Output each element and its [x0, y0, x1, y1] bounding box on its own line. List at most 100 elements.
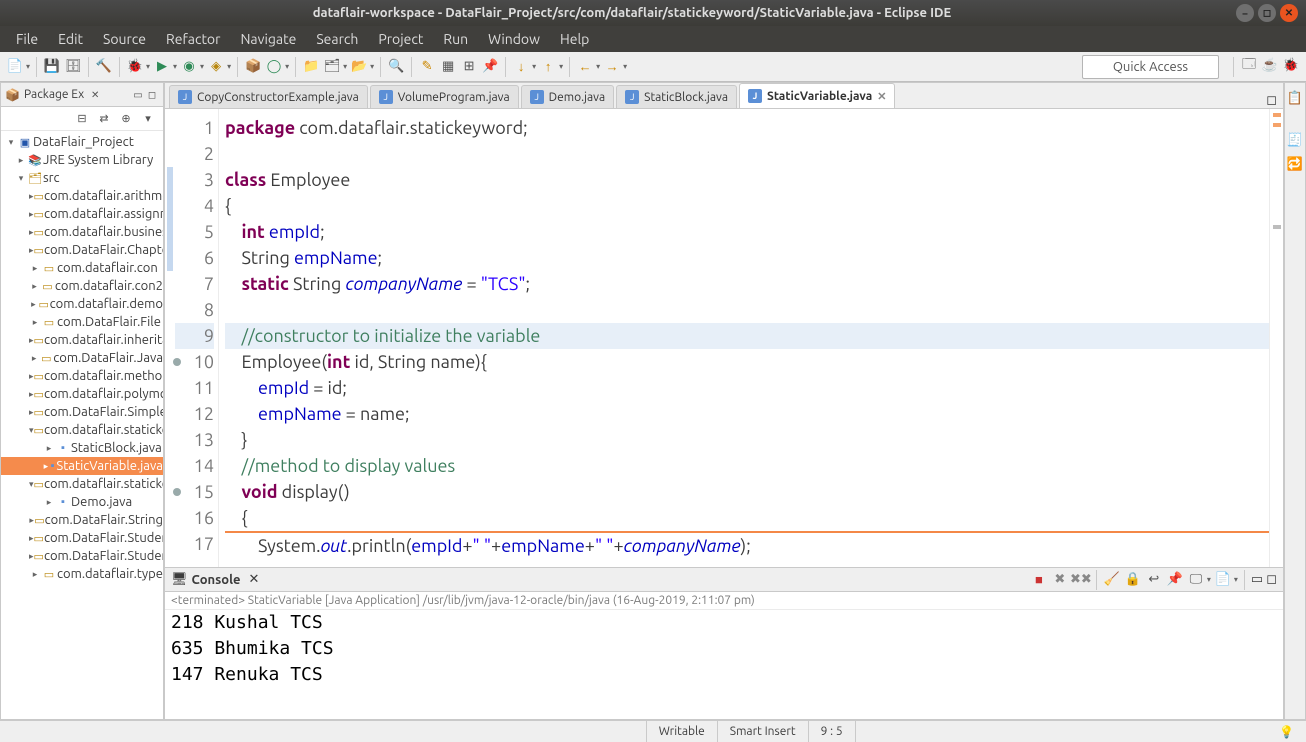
dropdown-caret-icon[interactable]: ▾	[146, 62, 150, 71]
status-tip-icon[interactable]: 💡	[1267, 721, 1306, 742]
remove-launch-icon[interactable]: ✖	[1051, 571, 1069, 589]
window-minimize-button[interactable]: –	[1236, 4, 1254, 22]
view-menu-icon[interactable]: ▾	[139, 110, 157, 128]
next-annotation-icon[interactable]: ↓	[512, 58, 530, 76]
run-last-icon[interactable]: ◈	[207, 58, 225, 76]
editor-tab[interactable]: JStaticBlock.java	[616, 85, 737, 108]
open-resource-icon[interactable]: 📂	[350, 58, 368, 76]
new-class-icon[interactable]: ◯	[265, 58, 283, 76]
build-icon[interactable]: 🔨	[95, 58, 113, 76]
new-icon[interactable]: 📄	[6, 58, 24, 76]
tree-file[interactable]: ▸▪StaticBlock.java	[1, 439, 163, 457]
menu-file[interactable]: File	[8, 28, 46, 50]
menu-edit[interactable]: Edit	[50, 28, 91, 50]
code-text[interactable]: package com.dataflair.statickeyword; cla…	[219, 109, 1269, 567]
open-task-icon[interactable]: 🗂	[323, 58, 341, 76]
dropdown-caret-icon[interactable]: ▾	[343, 62, 347, 71]
view-minimize-icon[interactable]: ▭	[131, 88, 145, 102]
window-maximize-button[interactable]: ◻	[1258, 4, 1276, 22]
pin-console-icon[interactable]: 📌	[1166, 571, 1184, 589]
tree-file[interactable]: ▸▪Demo.java	[1, 493, 163, 511]
tree-package[interactable]: ▸▭com.dataflair.polymorphism	[1, 385, 163, 403]
open-console-icon[interactable]: 📄	[1214, 571, 1232, 589]
tree-package[interactable]: ▸▭com.dataflair.demo	[1, 295, 163, 313]
dropdown-caret-icon[interactable]: ▾	[227, 62, 231, 71]
open-perspective-icon[interactable]: 🗔	[1240, 57, 1258, 75]
editor-maximize-icon[interactable]: ◻	[1266, 93, 1277, 108]
tree-package-open[interactable]: ▾▭com.dataflair.statickeyword	[1, 421, 163, 439]
menu-source[interactable]: Source	[95, 28, 154, 50]
save-icon[interactable]: 💾	[43, 58, 61, 76]
editor-tab[interactable]: JDemo.java	[521, 85, 614, 108]
clear-console-icon[interactable]: 🧹	[1103, 571, 1121, 589]
open-type-icon[interactable]: 📁	[302, 58, 320, 76]
link-editor-icon[interactable]: ⇄	[95, 110, 113, 128]
console-maximize-icon[interactable]: ◻	[1266, 572, 1277, 587]
menu-navigate[interactable]: Navigate	[232, 28, 304, 50]
word-wrap-icon[interactable]: ↩	[1145, 571, 1163, 589]
tree-package-open[interactable]: ▾▭com.dataflair.statickeyword2	[1, 475, 163, 493]
tree-package[interactable]: ▸▭com.dataflair.inheritance	[1, 331, 163, 349]
run-icon[interactable]: ▶	[153, 58, 171, 76]
dropdown-caret-icon[interactable]: ▾	[623, 62, 627, 71]
editor-tab[interactable]: JCopyConstructorExample.java	[169, 85, 368, 108]
console-minimize-icon[interactable]: ▭	[1251, 572, 1263, 587]
tree-package[interactable]: ▸▭com.dataflair.con2	[1, 277, 163, 295]
terminate-icon[interactable]: ■	[1030, 571, 1048, 589]
tree-package[interactable]: ▸▭com.dataflair.assignment	[1, 205, 163, 223]
project-tree[interactable]: ▾▣DataFlair_Project▸📚JRE System Library▾…	[1, 131, 163, 719]
editor-tab[interactable]: JStaticVariable.java✕	[739, 83, 895, 108]
debug-icon[interactable]: 🐞	[126, 58, 144, 76]
overview-ruler[interactable]	[1269, 109, 1283, 567]
editor-body[interactable]: 1234567891011121314151617 package com.da…	[165, 109, 1283, 567]
tree-package[interactable]: ▸▭com.dataflair.con	[1, 259, 163, 277]
tree-package[interactable]: ▸▭com.DataFlair.String	[1, 511, 163, 529]
tree-src[interactable]: ▾🗂src	[1, 169, 163, 187]
menu-run[interactable]: Run	[435, 28, 476, 50]
tree-package[interactable]: ▸▭com.DataFlair.Student	[1, 529, 163, 547]
dropdown-caret-icon[interactable]: ▾	[1234, 575, 1238, 584]
tree-file-selected[interactable]: ▸▪StaticVariable.java	[1, 457, 163, 475]
save-all-icon[interactable]: 🗄	[64, 58, 82, 76]
dropdown-caret-icon[interactable]: ▾	[596, 62, 600, 71]
task-list-icon[interactable]: 📋	[1286, 89, 1304, 107]
prev-annotation-icon[interactable]: ↑	[539, 58, 557, 76]
tree-package[interactable]: ▸▭com.dataflair.type	[1, 565, 163, 583]
java-perspective-icon[interactable]: ☕	[1261, 57, 1279, 75]
toggle-block-icon[interactable]: ▦	[439, 58, 457, 76]
debug-perspective-icon[interactable]: 🐞	[1282, 57, 1300, 75]
dropdown-caret-icon[interactable]: ▾	[1207, 575, 1211, 584]
console-output[interactable]: 218 Kushal TCS 635 Bhumika TCS 147 Renuk…	[165, 610, 1283, 719]
new-package-icon[interactable]: 📦	[244, 58, 262, 76]
outline-sync-icon[interactable]: 🔁	[1286, 155, 1304, 173]
tree-package[interactable]: ▸▭com.DataFlair.Student2	[1, 547, 163, 565]
pin-icon[interactable]: 📌	[481, 58, 499, 76]
menu-window[interactable]: Window	[480, 28, 548, 50]
scroll-lock-icon[interactable]: 🔒	[1124, 571, 1142, 589]
display-selected-icon[interactable]: 🖵	[1187, 571, 1205, 589]
view-close-icon[interactable]: ✕	[88, 88, 102, 102]
outline-icon[interactable]: 🧾	[1286, 131, 1304, 149]
tree-package[interactable]: ▸▭com.dataflair.business	[1, 223, 163, 241]
dropdown-caret-icon[interactable]: ▾	[532, 62, 536, 71]
window-close-button[interactable]: ✕	[1280, 4, 1298, 22]
collapse-all-icon[interactable]: ⊟	[73, 110, 91, 128]
tree-package[interactable]: ▸▭com.DataFlair.Simple	[1, 403, 163, 421]
forward-icon[interactable]: →	[603, 58, 621, 76]
dropdown-caret-icon[interactable]: ▾	[370, 62, 374, 71]
toggle-ws-icon[interactable]: ⊞	[460, 58, 478, 76]
coverage-icon[interactable]: ◉	[180, 58, 198, 76]
tree-jre[interactable]: ▸📚JRE System Library	[1, 151, 163, 169]
menu-project[interactable]: Project	[370, 28, 431, 50]
console-close-icon[interactable]: ✕	[249, 572, 260, 587]
view-maximize-icon[interactable]: ◻	[145, 88, 159, 102]
editor-tab[interactable]: JVolumeProgram.java	[370, 85, 519, 108]
close-tab-icon[interactable]: ✕	[877, 90, 886, 103]
toggle-mark-icon[interactable]: ✎	[418, 58, 436, 76]
tree-package[interactable]: ▸▭com.DataFlair.Java	[1, 349, 163, 367]
menu-search[interactable]: Search	[308, 28, 366, 50]
dropdown-caret-icon[interactable]: ▾	[285, 62, 289, 71]
tree-package[interactable]: ▸▭com.DataFlair.File	[1, 313, 163, 331]
menu-refactor[interactable]: Refactor	[158, 28, 228, 50]
dropdown-caret-icon[interactable]: ▾	[26, 62, 30, 71]
